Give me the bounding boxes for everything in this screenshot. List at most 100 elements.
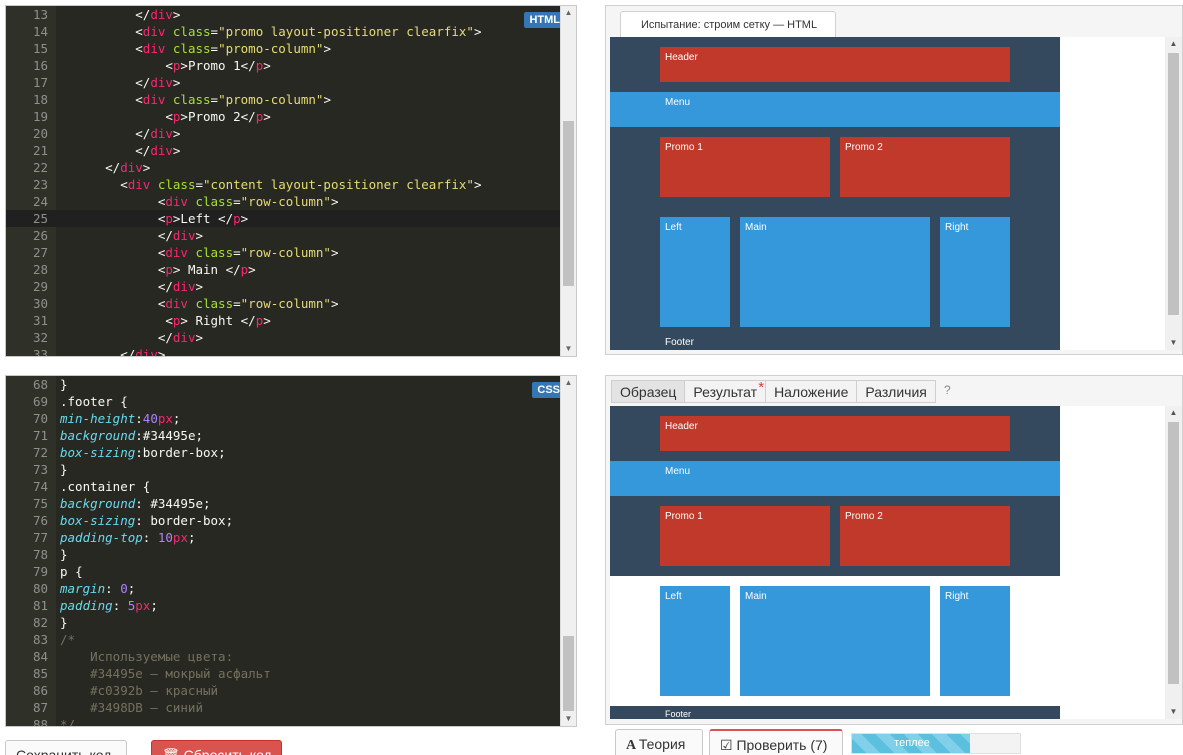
code-line[interactable]: 81 padding: 5px; bbox=[6, 597, 560, 614]
code-line[interactable]: 14 <div class="promo layout-positioner c… bbox=[6, 23, 560, 40]
tab-result[interactable]: Результат * bbox=[684, 379, 767, 403]
scroll-up-icon[interactable]: ▲ bbox=[1165, 406, 1182, 420]
code-line[interactable]: 18 <div class="promo-column"> bbox=[6, 91, 560, 108]
reset-code-button[interactable]: 🗑 Сбросить код bbox=[151, 740, 282, 755]
code-line[interactable]: 86 #c0392b – красный bbox=[6, 682, 560, 699]
line-number: 20 bbox=[32, 126, 48, 141]
line-text: </div> bbox=[60, 228, 203, 243]
tab-label: Результат bbox=[693, 384, 758, 400]
scroll-up-icon[interactable]: ▲ bbox=[561, 376, 576, 390]
tab-overlay[interactable]: Наложение bbox=[765, 380, 858, 403]
scroll-down-icon[interactable]: ▼ bbox=[561, 342, 576, 356]
code-line[interactable]: 21 </div> bbox=[6, 142, 560, 159]
code-line[interactable]: 25 <p>Left </p> bbox=[6, 210, 560, 227]
css-editor-scrollbar[interactable]: ▲ ▼ bbox=[560, 376, 576, 726]
line-text: <div class="row-column"> bbox=[60, 194, 339, 209]
line-number: 19 bbox=[32, 109, 48, 124]
code-line[interactable]: 75 background: #34495e; bbox=[6, 495, 560, 512]
code-line[interactable]: 13 </div> bbox=[6, 6, 560, 23]
scroll-up-icon[interactable]: ▲ bbox=[561, 6, 576, 20]
preview-tab-title[interactable]: Испытание: строим сетку — HTML bbox=[620, 11, 836, 38]
html-language-badge: HTML bbox=[524, 12, 565, 28]
scrollbar-thumb[interactable] bbox=[1168, 422, 1179, 684]
code-line[interactable]: 22 </div> bbox=[6, 159, 560, 176]
scrollbar-thumb[interactable] bbox=[563, 636, 574, 711]
code-line[interactable]: 80 margin: 0; bbox=[6, 580, 560, 597]
code-line[interactable]: 74 .container { bbox=[6, 478, 560, 495]
code-line[interactable]: 29 </div> bbox=[6, 278, 560, 295]
code-line[interactable]: 87 #3498DB – синий bbox=[6, 699, 560, 716]
code-line[interactable]: 26 </div> bbox=[6, 227, 560, 244]
scrollbar-thumb[interactable] bbox=[563, 121, 574, 286]
scrollbar-thumb[interactable] bbox=[1168, 53, 1179, 315]
line-text: </div> bbox=[60, 279, 203, 294]
line-number: 28 bbox=[32, 262, 48, 277]
code-line[interactable]: 19 <p>Promo 2</p> bbox=[6, 108, 560, 125]
code-line[interactable]: 31 <p> Right </p> bbox=[6, 312, 560, 329]
code-line[interactable]: 84 Используемые цвета: bbox=[6, 648, 560, 665]
code-line[interactable]: 15 <div class="promo-column"> bbox=[6, 40, 560, 57]
menu-block: Menu bbox=[610, 461, 1060, 496]
scroll-up-icon[interactable]: ▲ bbox=[1165, 37, 1182, 51]
code-line[interactable]: 76 box-sizing: border-box; bbox=[6, 512, 560, 529]
line-number: 24 bbox=[32, 194, 48, 209]
code-line[interactable]: 20 </div> bbox=[6, 125, 560, 142]
code-line[interactable]: 30 <div class="row-column"> bbox=[6, 295, 560, 312]
code-line[interactable]: 24 <div class="row-column"> bbox=[6, 193, 560, 210]
check-button[interactable]: ☑ Проверить (7) bbox=[709, 729, 843, 755]
save-code-label: Сохранить код bbox=[16, 747, 112, 755]
css-code-lines[interactable]: 68} 69 .footer {70 min-height:40px; 71 backgr… bbox=[6, 376, 560, 726]
html-code-editor[interactable]: 13 </div> 14 <div class="promo layout-pos… bbox=[5, 5, 577, 357]
left-column-block: Left bbox=[660, 586, 730, 696]
line-text: </div> bbox=[60, 160, 151, 175]
code-line[interactable]: 77 padding-top: 10px; bbox=[6, 529, 560, 546]
line-number: 81 bbox=[32, 598, 48, 613]
line-number: 33 bbox=[32, 347, 48, 357]
tab-differences[interactable]: Различия bbox=[856, 380, 936, 403]
code-line[interactable]: 78} bbox=[6, 546, 560, 563]
code-line[interactable]: 70 min-height:40px; bbox=[6, 410, 560, 427]
code-line[interactable]: 72 box-sizing:border-box; bbox=[6, 444, 560, 461]
save-code-button[interactable]: Сохранить код bbox=[5, 740, 127, 755]
line-text: </div> bbox=[60, 126, 181, 141]
code-line[interactable]: 28 <p> Main </p> bbox=[6, 261, 560, 278]
line-text: <div class="row-column"> bbox=[60, 245, 339, 260]
code-line[interactable]: 71 background:#34495e; bbox=[6, 427, 560, 444]
html-editor-scrollbar[interactable]: ▲ ▼ bbox=[560, 6, 576, 356]
line-text: #34495e – мокрый асфальт bbox=[60, 666, 271, 681]
code-line[interactable]: 33 </div> bbox=[6, 346, 560, 357]
scroll-down-icon[interactable]: ▼ bbox=[1165, 336, 1182, 350]
code-line[interactable]: 73} bbox=[6, 461, 560, 478]
scroll-down-icon[interactable]: ▼ bbox=[561, 712, 576, 726]
code-line[interactable]: 68} bbox=[6, 376, 560, 393]
line-number: 83 bbox=[32, 632, 48, 647]
line-number: 26 bbox=[32, 228, 48, 243]
code-line[interactable]: 32 </div> bbox=[6, 329, 560, 346]
line-number: 16 bbox=[32, 58, 48, 73]
code-line[interactable]: 23 <div class="content layout-positioner… bbox=[6, 176, 560, 193]
code-line[interactable]: 88 */ bbox=[6, 716, 560, 726]
html-code-lines[interactable]: 13 </div> 14 <div class="promo layout-pos… bbox=[6, 6, 560, 357]
sample-preview-scrollbar[interactable]: ▲ ▼ bbox=[1165, 406, 1182, 719]
line-number: 84 bbox=[32, 649, 48, 664]
tab-label: Наложение bbox=[774, 384, 849, 400]
help-icon[interactable]: ? bbox=[944, 383, 951, 397]
code-line[interactable]: 69 .footer { bbox=[6, 393, 560, 410]
code-line[interactable]: 17 </div> bbox=[6, 74, 560, 91]
css-code-editor[interactable]: 68} 69 .footer {70 min-height:40px; 71 backgr… bbox=[5, 375, 577, 727]
line-text: <p>Promo 1</p> bbox=[60, 58, 271, 73]
theory-button[interactable]: A Теория bbox=[615, 729, 703, 755]
tab-sample[interactable]: Образец bbox=[611, 380, 686, 403]
line-number: 86 bbox=[32, 683, 48, 698]
result-preview-scrollbar[interactable]: ▲ ▼ bbox=[1165, 37, 1182, 350]
line-number: 27 bbox=[32, 245, 48, 260]
code-line[interactable]: 83 /* bbox=[6, 631, 560, 648]
line-number: 31 bbox=[32, 313, 48, 328]
code-line[interactable]: 79 p { bbox=[6, 563, 560, 580]
code-line[interactable]: 27 <div class="row-column"> bbox=[6, 244, 560, 261]
code-line[interactable]: 85 #34495e – мокрый асфальт bbox=[6, 665, 560, 682]
code-line[interactable]: 16 <p>Promo 1</p> bbox=[6, 57, 560, 74]
code-line[interactable]: 82} bbox=[6, 614, 560, 631]
scroll-down-icon[interactable]: ▼ bbox=[1165, 705, 1182, 719]
line-text: <div class="promo-column"> bbox=[60, 41, 331, 56]
